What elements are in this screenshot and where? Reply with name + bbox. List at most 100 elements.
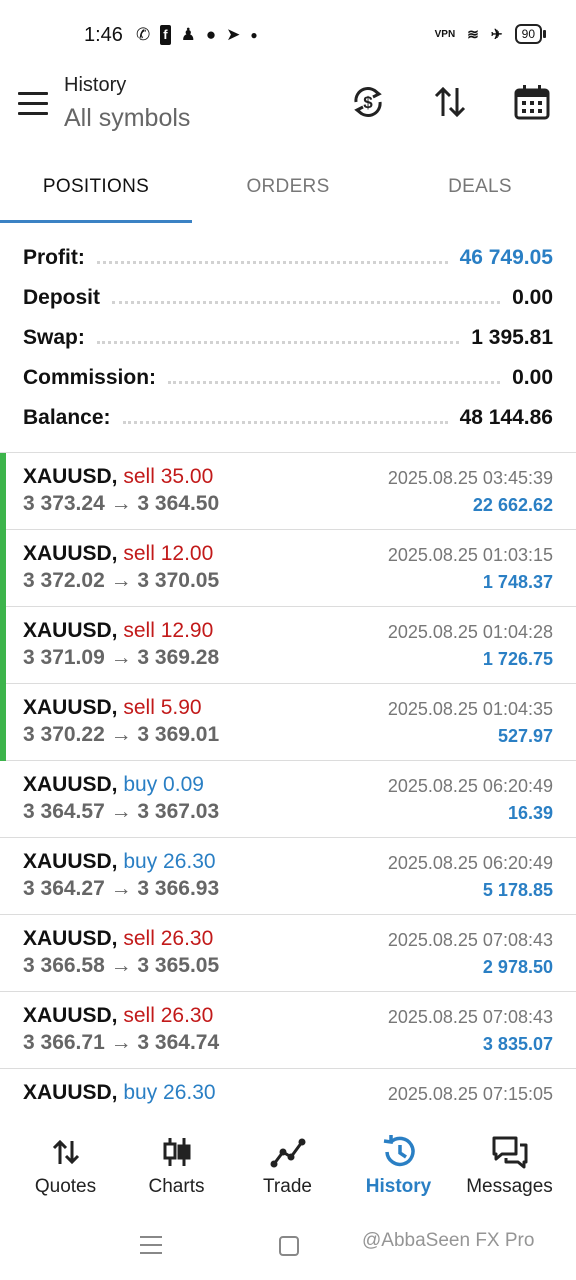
position-symbol: XAUUSD, sell 26.30 <box>23 1004 213 1028</box>
position-profit: 2 978.50 <box>482 957 553 977</box>
deposit-value: 0.00 <box>512 286 553 309</box>
position-type: buy 0.09 <box>123 773 204 796</box>
position-row[interactable]: XAUUSD, sell 26.30 3 366.71 → 3 364.74 202… <box>0 992 576 1069</box>
svg-text:$: $ <box>363 93 373 112</box>
position-symbol: XAUUSD, buy 0.09 <box>23 773 204 797</box>
position-time: 2025.08.25 07:08:43 <box>387 930 553 950</box>
tab-orders[interactable]: ORDERS <box>192 160 384 218</box>
position-profit: 3 835.07 <box>482 1034 553 1054</box>
position-prices: 3 364.57 → 3 367.03 <box>23 800 220 823</box>
symbol-name: XAUUSD, <box>23 1004 118 1027</box>
app-header: History All symbols $ <box>0 70 576 150</box>
symbol-name: XAUUSD, <box>23 542 118 565</box>
summary-balance: Balance: 48 144.86 <box>0 398 576 438</box>
profit-label: Profit: <box>23 246 85 269</box>
position-row[interactable]: XAUUSD, buy 26.30 2025.08.25 07:15:05 <box>0 1069 576 1109</box>
position-type: sell 26.30 <box>123 1004 214 1027</box>
active-tab-indicator <box>0 220 192 223</box>
position-symbol: XAUUSD, sell 5.90 <box>23 696 202 720</box>
position-row[interactable]: XAUUSD, sell 5.90 3 370.22 → 3 369.01 2025… <box>0 684 576 761</box>
position-profit: 16.39 <box>507 803 553 823</box>
dot-icon: ● <box>250 28 258 42</box>
summary-deposit: Deposit 0.00 <box>0 278 576 318</box>
system-icons: VPN ≋ ✈ 90 <box>435 24 547 44</box>
position-profit: 22 662.62 <box>472 495 553 515</box>
position-symbol: XAUUSD, sell 26.30 <box>23 927 213 951</box>
symbol-filter[interactable]: All symbols <box>64 104 190 133</box>
position-prices: 3 371.09 → 3 369.28 <box>23 646 220 669</box>
position-time: 2025.08.25 01:04:35 <box>387 699 553 719</box>
position-time: 2025.08.25 07:15:05 <box>387 1084 553 1104</box>
position-time: 2025.08.25 01:03:15 <box>387 545 553 565</box>
status-bar: 1:46 ✆ f ♟ ● ➤ ● VPN ≋ ✈ 90 <box>0 0 576 70</box>
position-type: sell 12.00 <box>123 542 214 565</box>
calendar-icon[interactable] <box>512 82 552 122</box>
summary-commission: Commission: 0.00 <box>0 358 576 398</box>
whatsapp-icon: ✆ <box>136 25 151 44</box>
dot-leader <box>96 260 448 264</box>
charts-icon <box>157 1132 197 1172</box>
position-prices: 3 366.58 → 3 365.05 <box>23 954 220 977</box>
history-icon <box>379 1132 419 1172</box>
bottom-navigation: Quotes Charts Trade History Messages <box>0 1110 576 1210</box>
page-title: History <box>64 74 127 96</box>
position-symbol: XAUUSD, sell 12.00 <box>23 542 213 566</box>
commission-value: 0.00 <box>512 366 553 389</box>
position-row[interactable]: XAUUSD, sell 35.00 3 373.24 → 3 364.50 202… <box>0 453 576 530</box>
nav-history[interactable]: History <box>341 1110 456 1210</box>
position-type: buy 26.30 <box>123 1081 216 1104</box>
symbol-name: XAUUSD, <box>23 465 118 488</box>
sort-icon[interactable] <box>430 82 470 122</box>
profit-value: 46 749.05 <box>459 246 553 269</box>
balance-label: Balance: <box>23 406 111 429</box>
currency-sync-icon[interactable]: $ <box>348 82 388 122</box>
symbol-name: XAUUSD, <box>23 850 118 873</box>
nav-quotes-label: Quotes <box>34 1176 97 1197</box>
position-prices: 3 372.02 → 3 370.05 <box>23 569 220 592</box>
menu-icon[interactable] <box>18 92 48 116</box>
quotes-icon <box>46 1132 86 1172</box>
position-type: sell 12.90 <box>123 619 214 642</box>
position-row[interactable]: XAUUSD, buy 0.09 3 364.57 → 3 367.03 2025.… <box>0 761 576 838</box>
deposit-label: Deposit <box>23 286 101 309</box>
position-row[interactable]: XAUUSD, sell 26.30 3 366.58 → 3 365.05 202… <box>0 915 576 992</box>
watermark: @AbbaSeen FX Pro <box>362 1230 535 1251</box>
position-prices: 3 373.24 → 3 364.50 <box>23 492 220 515</box>
position-symbol: XAUUSD, buy 26.30 <box>23 1081 216 1105</box>
chat-icon: ● <box>205 25 217 44</box>
position-type: sell 26.30 <box>123 927 214 950</box>
position-row[interactable]: XAUUSD, sell 12.00 3 372.02 → 3 370.05 202… <box>0 530 576 607</box>
nav-quotes[interactable]: Quotes <box>8 1110 123 1210</box>
symbol-name: XAUUSD, <box>23 619 118 642</box>
nav-messages-label: Messages <box>466 1176 553 1197</box>
position-row[interactable]: XAUUSD, sell 12.90 3 371.09 → 3 369.28 202… <box>0 607 576 684</box>
position-profit: 1 748.37 <box>482 572 553 592</box>
system-navigation-bar: @AbbaSeen FX Pro <box>0 1210 576 1280</box>
history-summary: Profit: 46 749.05 Deposit 0.00 Swap: 1 3… <box>0 238 576 438</box>
summary-profit: Profit: 46 749.05 <box>0 238 576 278</box>
facebook-icon: f <box>160 25 171 45</box>
position-time: 2025.08.25 07:08:43 <box>387 1007 553 1027</box>
position-type: buy 26.30 <box>123 850 216 873</box>
position-type: sell 35.00 <box>123 465 214 488</box>
tab-positions[interactable]: POSITIONS <box>0 160 192 218</box>
nav-trade[interactable]: Trade <box>230 1110 345 1210</box>
swap-value: 1 395.81 <box>471 326 553 349</box>
position-row[interactable]: XAUUSD, buy 26.30 3 364.27 → 3 366.93 2025… <box>0 838 576 915</box>
nav-history-label: History <box>365 1176 432 1197</box>
position-profit: 527.97 <box>497 726 553 746</box>
tab-deals[interactable]: DEALS <box>384 160 576 218</box>
position-time: 2025.08.25 06:20:49 <box>387 776 553 796</box>
dot-leader <box>96 340 460 344</box>
swap-label: Swap: <box>23 326 85 349</box>
balance-value: 48 144.86 <box>459 406 553 429</box>
position-prices: 3 366.71 → 3 364.74 <box>23 1031 220 1054</box>
home-icon[interactable] <box>279 1236 299 1256</box>
nav-messages[interactable]: Messages <box>452 1110 567 1210</box>
recent-apps-icon[interactable] <box>140 1236 162 1260</box>
position-type: sell 5.90 <box>123 696 202 719</box>
nav-charts[interactable]: Charts <box>119 1110 234 1210</box>
snapchat-icon: ♟ <box>180 25 196 44</box>
positions-list[interactable]: XAUUSD, sell 35.00 3 373.24 → 3 364.50 202… <box>0 453 576 1109</box>
symbol-name: XAUUSD, <box>23 1081 118 1104</box>
